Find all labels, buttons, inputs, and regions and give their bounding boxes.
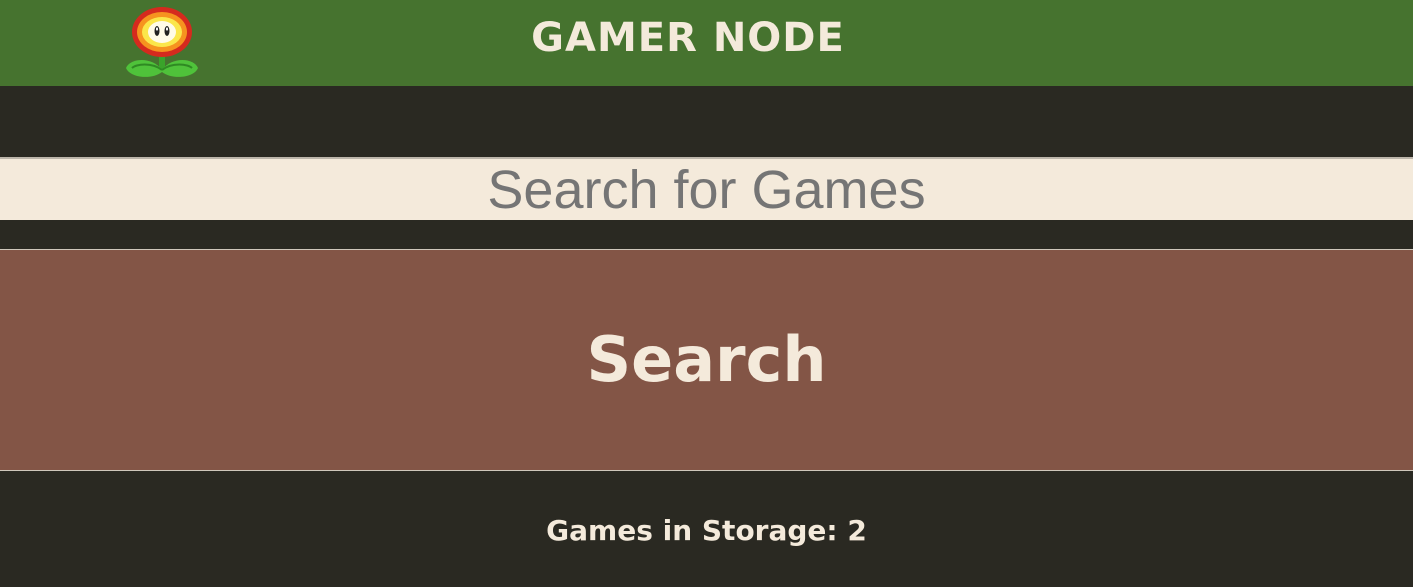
games-in-storage-count: Games in Storage: 2: [546, 514, 867, 547]
header-bar: GAMER NODE: [0, 0, 1413, 86]
search-input[interactable]: [0, 157, 1413, 220]
search-button[interactable]: Search: [0, 249, 1413, 471]
site-title: GAMER NODE: [531, 15, 845, 61]
